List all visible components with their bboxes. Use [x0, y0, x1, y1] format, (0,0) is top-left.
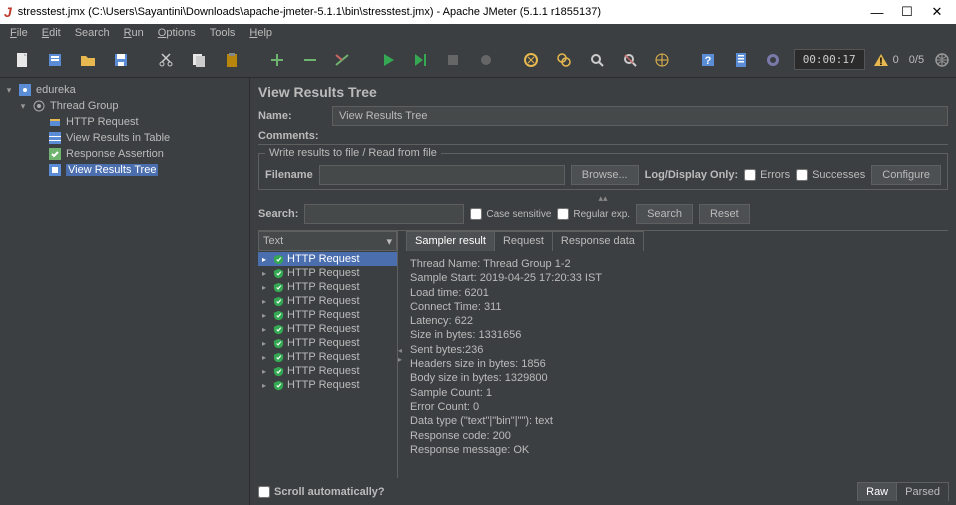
test-plan-tree: ▾ edureka ▾ Thread Group HTTP Request Vi… — [0, 78, 250, 505]
menu-help[interactable]: Help — [243, 26, 278, 40]
tree-node-view-results-tree[interactable]: View Results Tree — [0, 162, 249, 178]
result-item[interactable]: ▸HTTP Request — [258, 266, 397, 280]
result-item[interactable]: ▸HTTP Request — [258, 350, 397, 364]
search-tool-icon[interactable] — [583, 45, 612, 75]
search-button[interactable]: Search — [636, 204, 693, 224]
comments-label: Comments: — [258, 130, 948, 145]
tab-request[interactable]: Request — [494, 231, 553, 251]
function-icon[interactable] — [648, 45, 677, 75]
shutdown-icon[interactable] — [472, 45, 501, 75]
fieldset-legend: Write results to file / Read from file — [265, 147, 441, 159]
save-icon[interactable] — [106, 45, 135, 75]
name-field[interactable] — [332, 106, 948, 126]
globe-icon[interactable] — [934, 52, 950, 68]
main-area: ▾ edureka ▾ Thread Group HTTP Request Vi… — [0, 78, 956, 505]
warning-icon[interactable]: ! — [873, 52, 889, 68]
splitter-handle[interactable]: ◂▸ — [398, 231, 402, 478]
tree-node-view-results-table[interactable]: View Results in Table — [0, 130, 249, 146]
maximize-button[interactable]: ☐ — [892, 4, 922, 20]
run-gc-icon[interactable] — [759, 45, 788, 75]
result-item[interactable]: ▸HTTP Request — [258, 378, 397, 392]
app-icon: J — [4, 4, 12, 20]
reset-button[interactable]: Reset — [699, 204, 750, 224]
filename-label: Filename — [265, 169, 313, 181]
result-item[interactable]: ▸HTTP Request — [258, 322, 397, 336]
file-fieldset: Write results to file / Read from file F… — [258, 147, 948, 190]
tree-node-response-assertion[interactable]: Response Assertion — [0, 146, 249, 162]
reset-search-icon[interactable] — [615, 45, 644, 75]
tab-sampler-result[interactable]: Sampler result — [406, 231, 495, 251]
clear-icon[interactable] — [517, 45, 546, 75]
clear-all-icon[interactable] — [550, 45, 579, 75]
regex-checkbox[interactable]: Regular exp. — [557, 208, 630, 220]
results-area: Text▾ ▸HTTP Request▸HTTP Request▸HTTP Re… — [258, 230, 948, 478]
tree-node-http-request[interactable]: HTTP Request — [0, 114, 249, 130]
start-icon[interactable] — [373, 45, 402, 75]
result-item[interactable]: ▸HTTP Request — [258, 308, 397, 322]
successes-checkbox[interactable]: Successes — [796, 169, 865, 181]
paste-icon[interactable] — [217, 45, 246, 75]
content-panel: View Results Tree Name: Comments: Write … — [250, 78, 956, 505]
tab-parsed[interactable]: Parsed — [896, 482, 949, 501]
menu-search[interactable]: Search — [69, 26, 116, 40]
toolbar: ? 00:00:17 ! 0 0/5 — [0, 42, 956, 78]
search-label: Search: — [258, 208, 298, 220]
filename-field[interactable] — [319, 165, 565, 185]
window-title: stresstest.jmx (C:\Users\Sayantini\Downl… — [18, 6, 601, 18]
result-item[interactable]: ▸HTTP Request — [258, 294, 397, 308]
warning-count: 0 — [893, 54, 899, 66]
menu-tools[interactable]: Tools — [204, 26, 242, 40]
case-sensitive-checkbox[interactable]: Case sensitive — [470, 208, 551, 220]
browse-button[interactable]: Browse... — [571, 165, 639, 185]
copy-icon[interactable] — [184, 45, 213, 75]
start-no-timers-icon[interactable] — [406, 45, 435, 75]
collapser-handle[interactable]: ▴▴ — [258, 194, 948, 204]
close-button[interactable]: ✕ — [922, 4, 952, 20]
results-list: ▸HTTP Request▸HTTP Request▸HTTP Request▸… — [258, 252, 397, 478]
menu-file[interactable]: File — [4, 26, 34, 40]
templates-icon[interactable] — [41, 45, 70, 75]
chevron-down-icon: ▾ — [386, 235, 392, 248]
menu-edit[interactable]: Edit — [36, 26, 67, 40]
open-icon[interactable] — [74, 45, 103, 75]
result-item[interactable]: ▸HTTP Request — [258, 252, 397, 266]
help-icon[interactable]: ? — [693, 45, 722, 75]
sampler-result-body: Thread Name: Thread Group 1-2 Sample Sta… — [406, 251, 948, 478]
result-item[interactable]: ▸HTTP Request — [258, 364, 397, 378]
result-item[interactable]: ▸HTTP Request — [258, 336, 397, 350]
minimize-button[interactable]: — — [862, 5, 892, 20]
tab-raw[interactable]: Raw — [857, 482, 897, 501]
result-item[interactable]: ▸HTTP Request — [258, 280, 397, 294]
templates2-icon[interactable] — [726, 45, 755, 75]
menu-run[interactable]: Run — [118, 26, 150, 40]
expand-icon[interactable] — [262, 45, 291, 75]
logdisplay-label: Log/Display Only: — [645, 169, 739, 181]
configure-button[interactable]: Configure — [871, 165, 941, 185]
tree-node-threadgroup[interactable]: ▾ Thread Group — [0, 98, 249, 114]
window-titlebar: J stresstest.jmx (C:\Users\Sayantini\Dow… — [0, 0, 956, 24]
toggle-icon[interactable] — [328, 45, 357, 75]
cut-icon[interactable] — [152, 45, 181, 75]
errors-checkbox[interactable]: Errors — [744, 169, 790, 181]
tree-node-testplan[interactable]: ▾ edureka — [0, 82, 249, 98]
search-field[interactable] — [304, 204, 464, 224]
menubar: File Edit Search Run Options Tools Help — [0, 24, 956, 42]
menu-options[interactable]: Options — [152, 26, 202, 40]
svg-text:!: ! — [879, 56, 883, 68]
thread-count: 0/5 — [909, 54, 924, 66]
name-label: Name: — [258, 110, 326, 122]
panel-title: View Results Tree — [258, 84, 948, 100]
svg-text:?: ? — [704, 55, 711, 67]
elapsed-time: 00:00:17 — [794, 49, 865, 70]
collapse-icon[interactable] — [295, 45, 324, 75]
tab-response-data[interactable]: Response data — [552, 231, 644, 251]
stop-icon[interactable] — [439, 45, 468, 75]
new-icon[interactable] — [8, 45, 37, 75]
scroll-auto-checkbox[interactable]: Scroll automatically? — [258, 486, 385, 498]
renderer-dropdown[interactable]: Text▾ — [258, 231, 397, 251]
result-tabs: Sampler result Request Response data — [406, 231, 948, 251]
